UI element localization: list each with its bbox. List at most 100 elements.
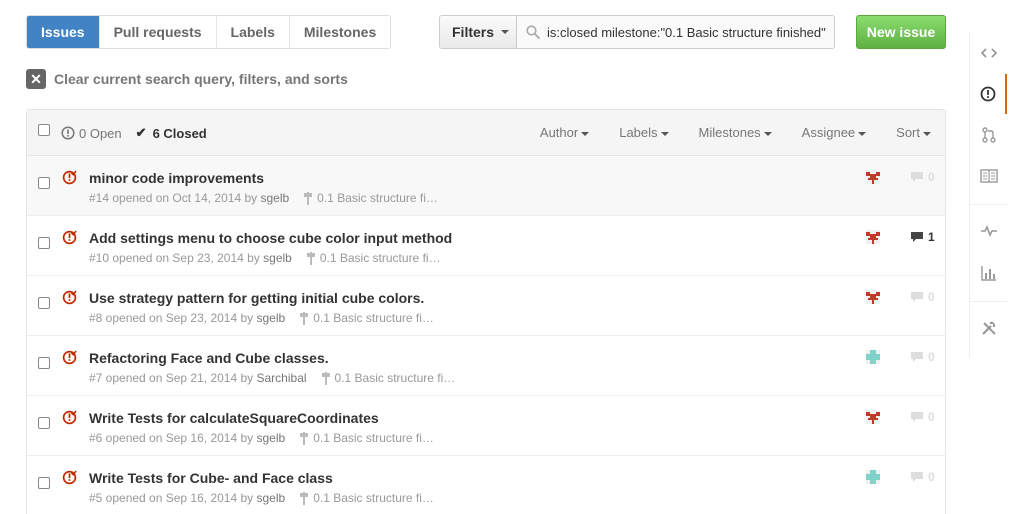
open-issues-toggle[interactable]: 0 Open [61,126,122,141]
tab-milestones[interactable]: Milestones [288,16,391,48]
sidenav-pull-requests[interactable] [970,115,1007,155]
milestone-icon [300,431,309,445]
sort-filter[interactable]: Sort [896,125,931,140]
avatar[interactable] [866,230,880,244]
author-filter[interactable]: Author [539,125,590,140]
assignee-filter[interactable]: Assignee [802,125,867,140]
comment-count-link[interactable]: 0 [910,410,935,424]
issue-milestone-link[interactable]: 0.1 Basic structure fi… [321,371,455,385]
pull-request-icon [981,127,996,143]
table-filters: Author Labels Milestones Assignee Sort [540,125,931,140]
avatar[interactable] [866,350,880,364]
issue-checkbox[interactable] [38,177,50,189]
sidenav-pulse[interactable] [970,211,1007,251]
graphs-icon [980,266,996,281]
issues-icon [980,86,995,102]
table-header: 0 Open ✔ 6 Closed Author Labels Mileston… [27,110,945,156]
sidenav-divider [970,301,1007,302]
issue-row[interactable]: Use strategy pattern for getting initial… [27,276,945,336]
tab-labels[interactable]: Labels [215,16,289,48]
closed-issues-toggle[interactable]: ✔ 6 Closed [136,125,207,141]
search-input[interactable] [517,16,834,48]
issue-meta: #8 opened on Sep 23, 2014 by sgelb 0.1 B… [89,311,434,325]
issue-title-link[interactable]: Refactoring Face and Cube classes. [89,350,329,366]
issue-milestone-link[interactable]: 0.1 Basic structure fi… [306,251,441,265]
issues-table: 0 Open ✔ 6 Closed Author Labels Mileston… [26,109,946,514]
new-issue-button[interactable]: New issue [856,15,946,49]
issue-milestone-link[interactable]: 0.1 Basic structure fi… [299,491,434,505]
issue-title-link[interactable]: Use strategy pattern for getting initial… [89,290,424,306]
filters-dropdown[interactable]: Filters [440,16,517,48]
issue-row[interactable]: Write Tests for calculateSquareCoordinat… [27,396,945,456]
issue-milestone-link[interactable]: 0.1 Basic structure fi… [299,311,434,325]
clear-query-link[interactable]: ✕ Clear current search query, filters, a… [26,69,348,89]
issue-checkbox[interactable] [38,417,50,429]
milestones-filter[interactable]: Milestones [699,125,772,140]
issue-milestone-link[interactable]: 0.1 Basic structure fi… [303,191,438,205]
issue-meta-text: #5 opened on Sep 16, 2014 by [89,491,254,505]
sidenav-issues[interactable] [970,74,1007,114]
comment-count-link[interactable]: 0 [910,290,935,304]
avatar[interactable] [866,470,880,484]
issue-row[interactable]: Refactoring Face and Cube classes. #7 op… [27,336,945,396]
issue-checkbox[interactable] [38,237,50,249]
issue-milestone-label: 0.1 Basic structure fi… [313,491,434,505]
issue-author-link[interactable]: sgelb [263,251,292,265]
sidenav-graphs[interactable] [970,253,1007,293]
tab-pull-requests[interactable]: Pull requests [98,16,216,48]
avatar[interactable] [866,410,880,424]
issue-milestone-link[interactable]: 0.1 Basic structure fi… [299,431,434,445]
tab-issues[interactable]: Issues [27,16,99,48]
issue-title-link[interactable]: Add settings menu to choose cube color i… [89,230,452,246]
issue-meta-text: #8 opened on Sep 23, 2014 by [89,311,254,325]
issue-title-link[interactable]: minor code improvements [89,170,264,186]
author-filter-label: Author [539,125,579,140]
issue-row[interactable]: minor code improvements #14 opened on Oc… [27,156,945,216]
repo-sidenav [969,33,1007,358]
issue-milestone-label: 0.1 Basic structure fi… [317,191,438,205]
issue-title-link[interactable]: Write Tests for calculateSquareCoordinat… [89,410,379,426]
wiki-icon [979,169,998,183]
comment-icon [911,292,923,302]
issue-meta: #7 opened on Sep 21, 2014 by Sarchibal 0… [89,371,455,385]
comment-count-link[interactable]: 1 [910,230,935,244]
chevron-down-icon [501,30,510,34]
issue-meta: #6 opened on Sep 16, 2014 by sgelb 0.1 B… [89,431,434,445]
issue-author-link[interactable]: sgelb [257,311,286,325]
issue-author-link[interactable]: sgelb [257,491,286,505]
comment-count-link[interactable]: 0 [910,470,935,484]
issue-meta-text: #7 opened on Sep 21, 2014 by [89,371,254,385]
comment-count: 1 [928,230,935,244]
issue-row[interactable]: Write Tests for Cube- and Face class #5 … [27,456,945,514]
comment-count-link[interactable]: 0 [910,170,935,184]
comment-count: 0 [928,470,935,484]
sidenav-settings[interactable] [970,308,1007,348]
sort-filter-label: Sort [896,125,920,140]
chevron-down-icon [660,131,669,136]
issue-checkbox[interactable] [38,477,50,489]
sidenav-wiki[interactable] [970,156,1007,196]
avatar[interactable] [866,170,880,184]
comment-count-link[interactable]: 0 [910,350,935,364]
issue-row[interactable]: Add settings menu to choose cube color i… [27,216,945,276]
labels-filter[interactable]: Labels [619,125,669,140]
select-all-checkbox[interactable] [38,124,50,136]
close-icon: ✕ [26,69,46,89]
comment-icon [911,232,923,242]
issue-meta: #5 opened on Sep 16, 2014 by sgelb 0.1 B… [89,491,434,505]
comment-icon [911,172,923,182]
issue-meta-text: #14 opened on Oct 14, 2014 by [89,191,258,205]
issue-author-link[interactable]: Sarchibal [257,371,307,385]
issue-author-link[interactable]: sgelb [257,431,286,445]
issue-checkbox[interactable] [38,357,50,369]
milestone-icon [300,311,309,325]
comment-count: 0 [928,410,935,424]
issue-title-link[interactable]: Write Tests for Cube- and Face class [89,470,333,486]
avatar[interactable] [866,290,880,304]
pulse-icon [980,225,997,237]
issue-author-link[interactable]: sgelb [260,191,289,205]
sidenav-divider [970,204,1007,205]
sidenav-code[interactable] [970,33,1007,73]
issue-checkbox[interactable] [38,297,50,309]
issue-closed-icon [62,350,77,365]
